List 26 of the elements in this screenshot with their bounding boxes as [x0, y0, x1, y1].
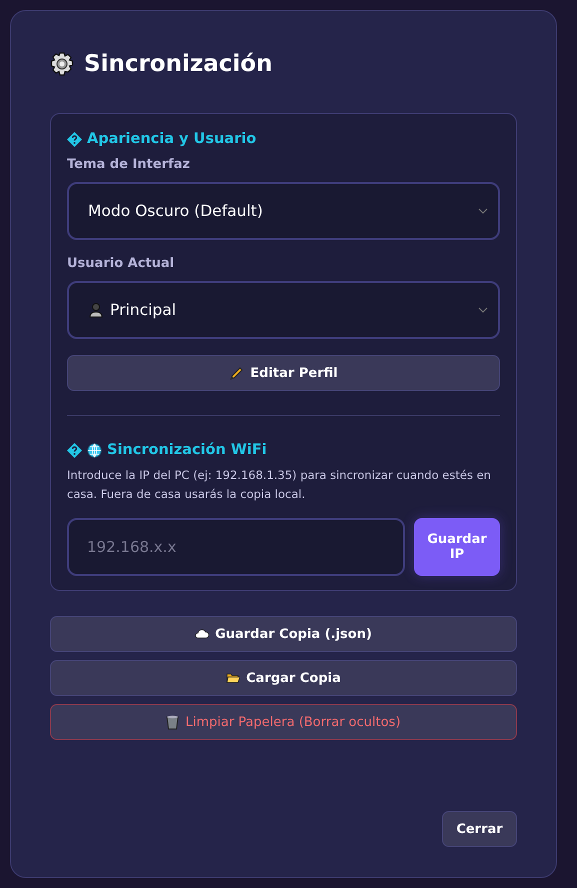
person-icon	[88, 302, 104, 318]
section-heading: Sincronización WiFi	[107, 442, 267, 458]
save-ip-button[interactable]: Guardar IP	[414, 518, 500, 576]
section-heading: Apariencia y Usuario	[87, 131, 256, 147]
folder-icon	[226, 672, 240, 684]
save-backup-button[interactable]: Guardar Copia (.json)	[50, 616, 517, 652]
chevron-icon	[478, 208, 488, 214]
chevron-icon	[478, 307, 488, 313]
theme-select[interactable]: Modo Oscuro (Default)	[67, 182, 500, 240]
question-diamond-icon	[67, 132, 82, 146]
load-backup-button[interactable]: Cargar Copia	[50, 660, 517, 696]
description-text: Introduce la IP del PC (ej: 192.168.1.35) para sincronizar cuando estés en casa. Fuera de casa usarás la copia local.	[67, 467, 492, 503]
ip-input-field[interactable]: 192.168.x.x	[67, 518, 405, 576]
cloud-icon	[195, 629, 210, 639]
globe-icon	[87, 442, 102, 458]
edit-profile-button[interactable]: Editar Perfil	[67, 355, 500, 391]
question-diamond-icon	[67, 442, 82, 458]
close-button[interactable]: Cerrar	[442, 811, 517, 847]
trash-icon	[166, 714, 180, 730]
pencil-icon	[229, 366, 244, 380]
settings-icon	[50, 52, 74, 76]
field-label: Tema de Interfaz	[67, 157, 191, 172]
clear-trash-button[interactable]: Limpiar Papelera (Borrar ocultos)	[50, 704, 517, 740]
user-select[interactable]: Principal	[67, 281, 500, 339]
dialog-title: Sincronización	[84, 51, 272, 77]
field-label: Usuario Actual	[67, 256, 176, 271]
